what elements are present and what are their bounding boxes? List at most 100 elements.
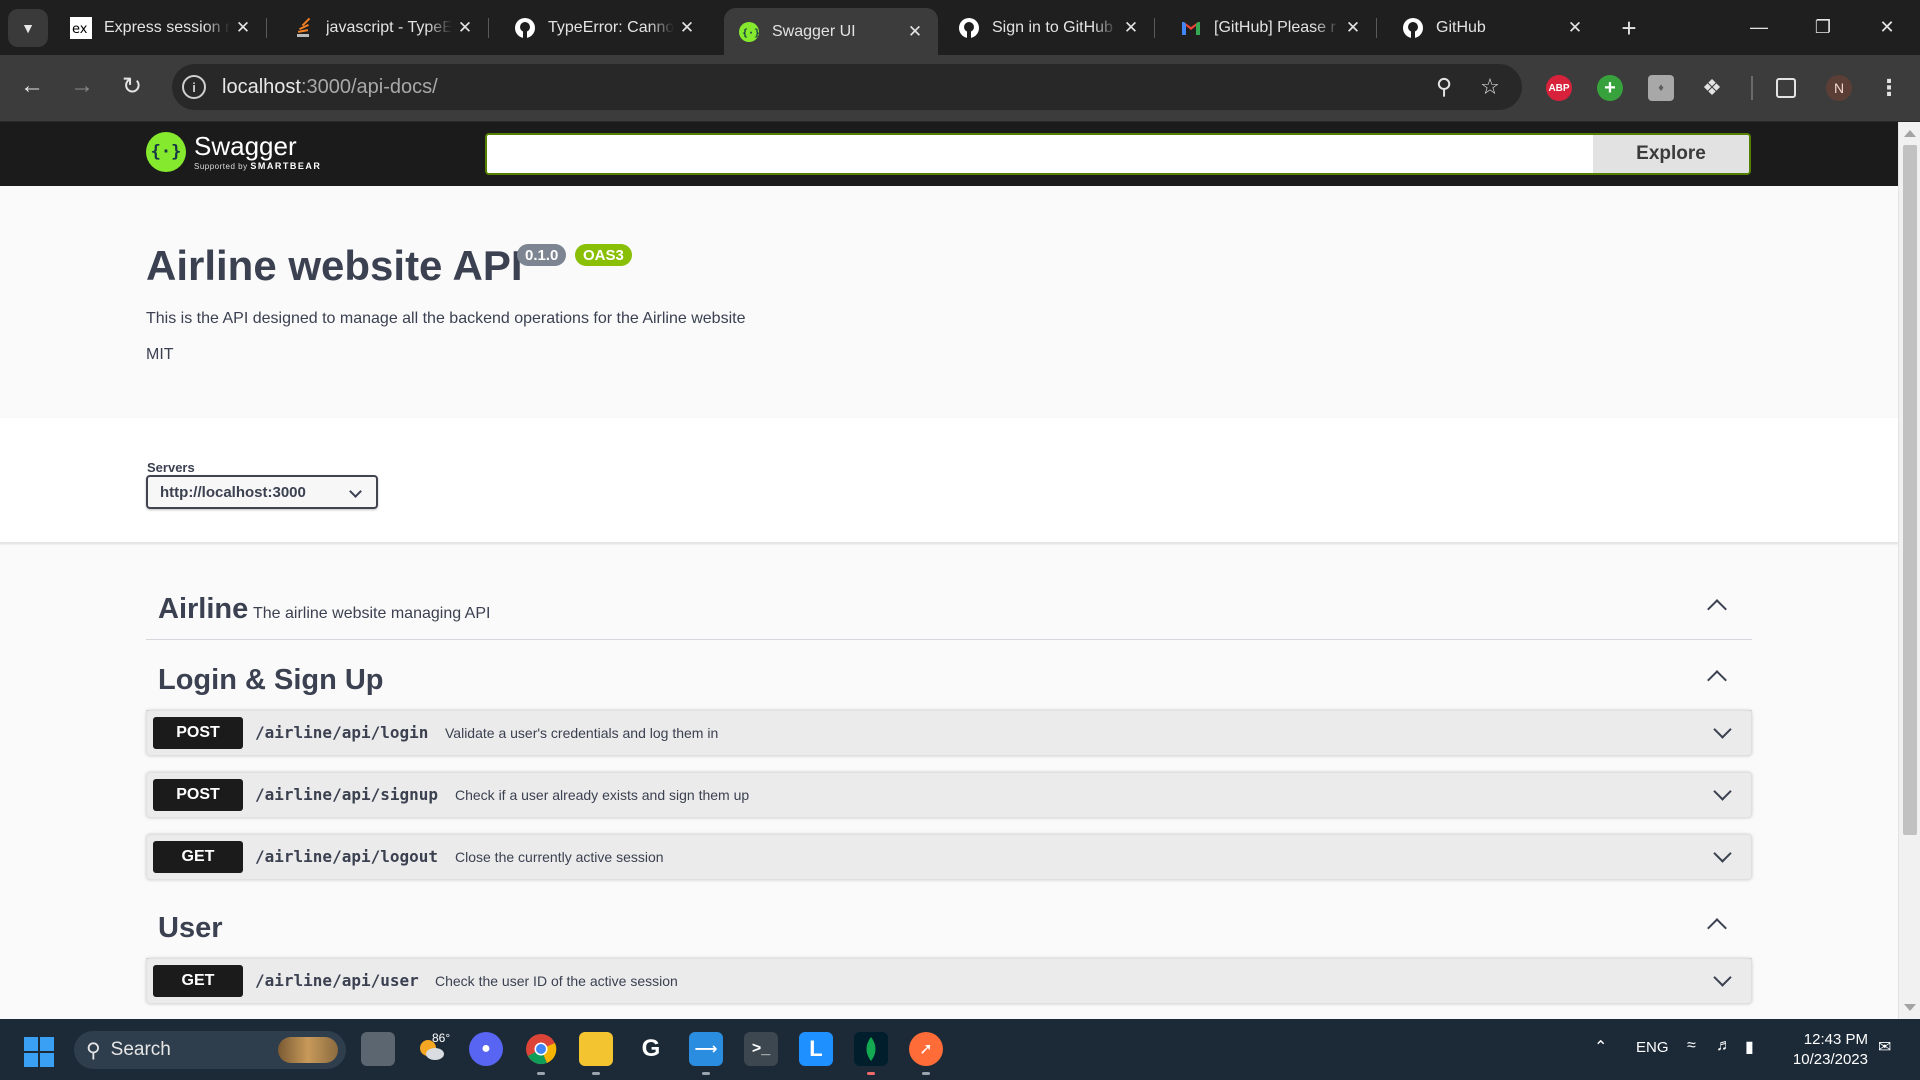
back-button[interactable]: ←: [12, 66, 52, 106]
address-bar[interactable]: i localhost:3000/api-docs/ ⚲ ☆: [172, 64, 1522, 110]
chevron-down-icon[interactable]: [1713, 844, 1732, 863]
close-icon[interactable]: ✕: [1340, 15, 1366, 41]
reload-icon: ↻: [121, 72, 143, 100]
add-extension-icon[interactable]: +: [1597, 75, 1623, 101]
tab-title: Swagger UI: [772, 22, 856, 40]
clock[interactable]: 12:43 PM 10/23/2023: [1780, 1030, 1868, 1070]
site-info-icon[interactable]: i: [182, 75, 206, 99]
chevron-up-icon[interactable]: ⌃: [1594, 1037, 1607, 1057]
scroll-thumb[interactable]: [1903, 145, 1917, 835]
close-icon[interactable]: ✕: [902, 19, 928, 45]
tab-title: GitHub: [1436, 19, 1486, 36]
scroll-up-arrow-icon[interactable]: [1904, 130, 1916, 137]
chevron-up-icon[interactable]: [1707, 918, 1727, 938]
browser-tab-github-signin[interactable]: Sign in to GitHub ✕: [944, 10, 1155, 46]
servers-section: Servers http://localhost:3000: [0, 418, 1898, 543]
chevron-down-icon[interactable]: [1713, 968, 1732, 987]
operation-logout[interactable]: GET /airline/api/logout Close the curren…: [146, 834, 1752, 880]
language-indicator[interactable]: ENG: [1636, 1039, 1669, 1056]
operation-user[interactable]: GET /airline/api/user Check the user ID …: [146, 958, 1752, 1004]
close-icon[interactable]: ✕: [1562, 15, 1588, 41]
close-icon[interactable]: ✕: [230, 15, 256, 41]
chevron-up-icon[interactable]: [1707, 670, 1727, 690]
operation-signup[interactable]: POST /airline/api/signup Check if a user…: [146, 772, 1752, 818]
tag-airline[interactable]: Airline The airline website managing API: [146, 576, 1752, 640]
operation-path: /airline/api/user: [255, 971, 419, 990]
github-icon: [1402, 17, 1424, 39]
browser-tab-express[interactable]: ex Express session m ✕: [56, 10, 267, 46]
forward-button[interactable]: →: [62, 66, 102, 106]
bookmark-star-icon[interactable]: ☆: [1476, 73, 1504, 101]
terminal-icon[interactable]: >_: [744, 1032, 778, 1066]
swagger-logo[interactable]: {·} Swagger Supported by SMARTBEAR: [146, 132, 321, 172]
stackoverflow-icon: [292, 17, 314, 39]
browser-tab-github-typeerror[interactable]: TypeError: Canno ✕: [500, 10, 710, 46]
minimize-icon: —: [1750, 17, 1768, 37]
notification-icon[interactable]: ✉: [1878, 1037, 1891, 1057]
tag-name: Airline: [158, 593, 249, 625]
wifi-icon[interactable]: ≈: [1687, 1037, 1696, 1055]
browser-tab-gmail[interactable]: [GitHub] Please r ✕: [1166, 10, 1377, 46]
license-link[interactable]: MIT: [146, 346, 174, 364]
chevron-down-icon[interactable]: [1713, 720, 1732, 739]
express-icon: ex: [70, 17, 92, 39]
clock-time: 12:43 PM: [1803, 1031, 1868, 1048]
new-tab-button[interactable]: +: [1614, 12, 1644, 43]
zoom-icon[interactable]: ⚲: [1430, 73, 1458, 101]
taskbar-search[interactable]: ⚲ Search: [74, 1031, 346, 1069]
battery-icon[interactable]: ▮: [1745, 1037, 1754, 1057]
operation-path: /airline/api/login: [255, 723, 429, 742]
tag-login-signup[interactable]: Login & Sign Up: [146, 647, 1752, 711]
close-icon[interactable]: ✕: [674, 15, 700, 41]
close-window-button[interactable]: ✕: [1855, 0, 1919, 55]
chrome-icon[interactable]: [524, 1032, 558, 1066]
servers-select[interactable]: http://localhost:3000: [146, 475, 378, 509]
tag-user[interactable]: User: [146, 895, 1752, 959]
tag-name: User: [158, 912, 223, 944]
task-view-icon[interactable]: [361, 1032, 395, 1066]
file-explorer-icon[interactable]: [579, 1032, 613, 1066]
browser-tab-swagger[interactable]: {·} Swagger UI ✕: [724, 8, 938, 55]
chevron-down-icon[interactable]: [1713, 782, 1732, 801]
side-panel-icon[interactable]: [1776, 78, 1796, 98]
more-menu-icon[interactable]: ⋮: [1876, 75, 1902, 101]
profile-avatar[interactable]: N: [1826, 75, 1852, 101]
url-text[interactable]: localhost:3000/api-docs/: [222, 76, 438, 99]
operation-path: /airline/api/logout: [255, 847, 439, 866]
postman-icon[interactable]: ➚: [909, 1032, 943, 1066]
tab-search-button[interactable]: ▼: [8, 9, 48, 47]
close-icon[interactable]: ✕: [1118, 15, 1144, 41]
start-button[interactable]: [24, 1037, 54, 1067]
restore-button[interactable]: ❐: [1791, 0, 1855, 55]
swagger-brand: Swagger: [194, 131, 297, 161]
operation-login[interactable]: POST /airline/api/login Validate a user'…: [146, 710, 1752, 756]
vscode-icon[interactable]: ⟶: [689, 1032, 723, 1066]
close-icon[interactable]: ✕: [452, 15, 478, 41]
browser-tab-strip: ▼ ex Express session m ✕ javascript - Ty…: [0, 0, 1920, 55]
scroll-down-arrow-icon[interactable]: [1904, 1004, 1916, 1011]
browser-tab-github[interactable]: GitHub ✕: [1388, 10, 1598, 46]
page-scrollbar[interactable]: [1898, 122, 1920, 1019]
spec-url-form: Explore: [485, 133, 1751, 175]
puzzle-icon[interactable]: ❖: [1699, 75, 1725, 101]
volume-icon[interactable]: ♬: [1716, 1037, 1732, 1055]
chevron-up-icon[interactable]: [1707, 599, 1727, 619]
l-app-icon[interactable]: L: [799, 1032, 833, 1066]
plus-icon: +: [1621, 12, 1637, 43]
spec-url-input[interactable]: [487, 135, 1593, 173]
browser-tab-stackoverflow[interactable]: javascript - TypeE ✕: [278, 10, 489, 46]
operation-path: /airline/api/signup: [255, 785, 439, 804]
explore-button[interactable]: Explore: [1593, 135, 1749, 173]
running-indicator: [592, 1072, 600, 1075]
method-badge: GET: [153, 841, 243, 873]
github-desktop-icon[interactable]: G: [634, 1032, 668, 1066]
extension-icon[interactable]: ♦: [1648, 75, 1674, 101]
tag-description: The airline website managing API: [253, 605, 491, 622]
tab-separator: [488, 18, 489, 38]
chat-app-icon[interactable]: ●: [469, 1032, 503, 1066]
minimize-button[interactable]: —: [1727, 0, 1791, 55]
mongodb-compass-icon[interactable]: [854, 1032, 888, 1066]
adblock-extension-icon[interactable]: ABP: [1546, 75, 1572, 101]
reload-button[interactable]: ↻: [112, 66, 152, 106]
search-icon: ⚲: [86, 1039, 101, 1062]
